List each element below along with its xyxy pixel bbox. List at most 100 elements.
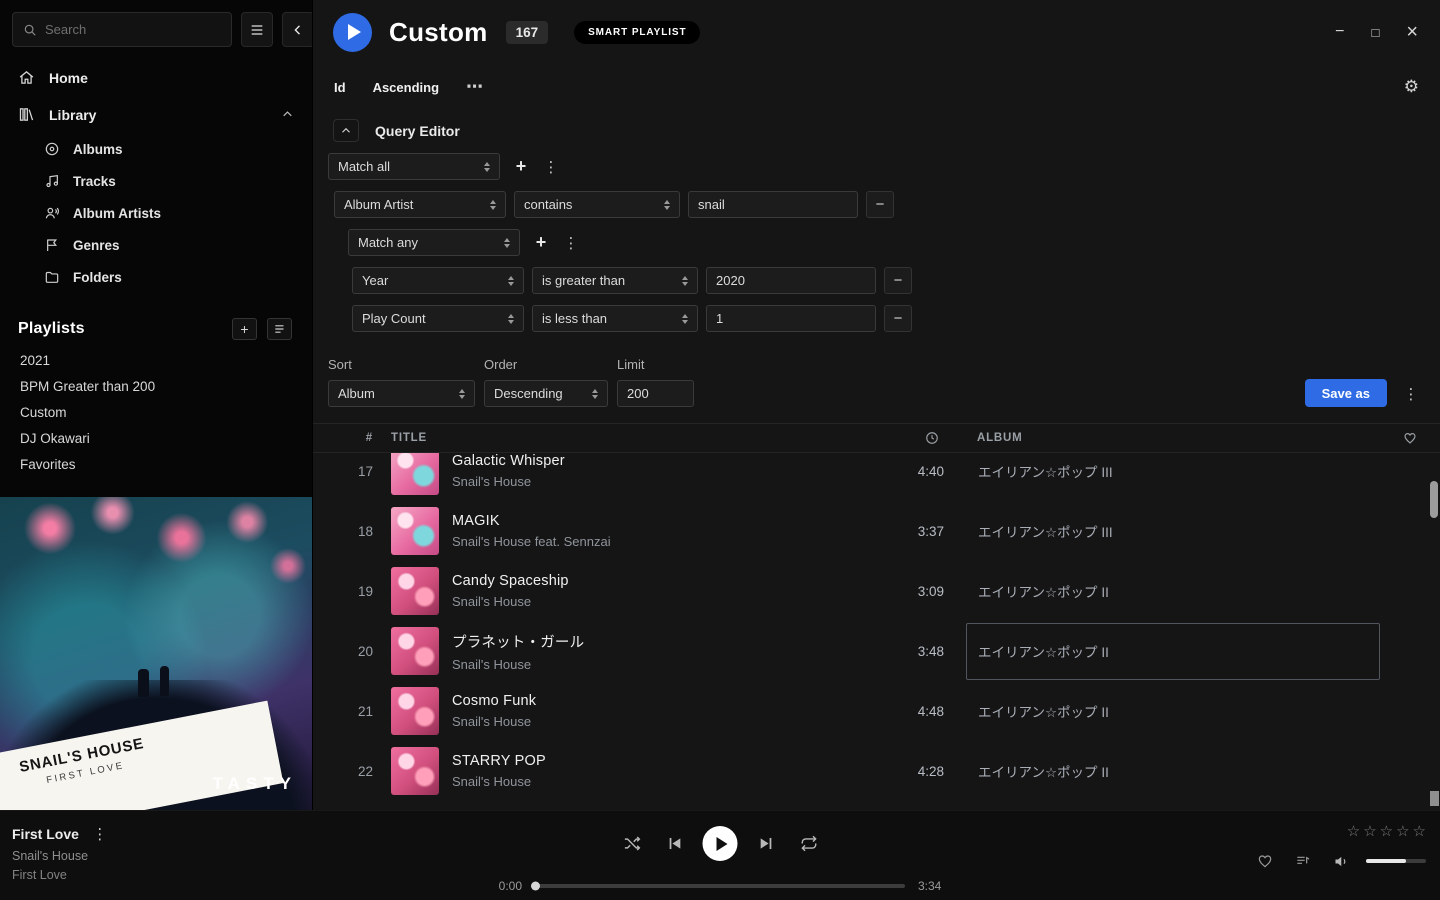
add-rule-button[interactable]: + (508, 154, 534, 180)
order-select[interactable]: Descending (484, 380, 608, 407)
star-icon[interactable]: ☆ (1380, 824, 1393, 839)
favorite-button[interactable] (1252, 848, 1278, 874)
search-box[interactable] (12, 12, 232, 47)
remove-rule-button[interactable]: − (884, 267, 912, 294)
elapsed-time: 0:00 (490, 879, 522, 893)
table-row[interactable]: 19Candy SpaceshipSnail's House3:09エイリアン☆… (313, 561, 1440, 621)
playlist-item-2021[interactable]: 2021 (0, 347, 312, 373)
header-album[interactable]: ALBUM (966, 432, 1380, 444)
sidebar-item-label: Folders (73, 270, 122, 285)
sidebar-item-album-artists[interactable]: Album Artists (43, 197, 312, 229)
library-icon (18, 106, 35, 123)
rule-field-select[interactable]: Year (352, 267, 524, 294)
repeat-button[interactable] (796, 831, 822, 857)
search-input[interactable] (45, 22, 221, 37)
rule-operator-select[interactable]: contains (514, 191, 680, 218)
track-title: Cosmo Funk (452, 693, 874, 709)
queue-button[interactable] (1290, 848, 1316, 874)
progress-bar[interactable] (535, 884, 905, 888)
remove-rule-button[interactable]: − (884, 305, 912, 332)
group-match-row: Match any + ⋮ (348, 229, 1440, 256)
settings-gear-icon[interactable]: ⚙ (1404, 77, 1419, 97)
rule-operator-select[interactable]: is less than (532, 305, 698, 332)
table-row[interactable]: 20プラネット・ガールSnail's House3:48エイリアン☆ポップ II (313, 621, 1440, 681)
rule-operator-select[interactable]: is greater than (532, 267, 698, 294)
playlist-item-favorites[interactable]: Favorites (0, 451, 312, 477)
sidebar-item-library[interactable]: Library (0, 96, 312, 133)
match-type-select[interactable]: Match all (328, 153, 500, 180)
favorite-column-header[interactable] (1380, 431, 1440, 445)
table-row[interactable]: 21Cosmo FunkSnail's House4:48エイリアン☆ポップ I… (313, 681, 1440, 741)
now-playing-artist[interactable]: Snail's House (12, 849, 109, 863)
sort-direction-button[interactable]: Ascending (373, 80, 439, 95)
add-group-rule-button[interactable]: + (528, 230, 554, 256)
horizontal-scrollbar-thumb[interactable] (1430, 791, 1439, 806)
close-button[interactable]: × (1406, 22, 1418, 42)
now-playing-artwork[interactable]: SNAIL'S HOUSE FIRST LOVE TASTY (0, 497, 313, 810)
star-icon[interactable]: ☆ (1396, 824, 1409, 839)
save-as-button[interactable]: Save as (1305, 379, 1387, 407)
star-icon[interactable]: ☆ (1413, 824, 1426, 839)
table-row[interactable]: 17Galactic WhisperSnail's House4:40エイリアン… (313, 453, 1440, 501)
collapse-query-editor-button[interactable] (333, 119, 359, 142)
sidebar-item-folders[interactable]: Folders (43, 261, 312, 293)
track-options-button[interactable]: ⋮ (91, 825, 109, 843)
rule-field-select[interactable]: Album Artist (334, 191, 506, 218)
select-arrows-icon (490, 200, 496, 210)
limit-input[interactable] (617, 380, 694, 407)
vertical-scrollbar-thumb[interactable] (1430, 481, 1438, 518)
chevron-up-icon[interactable] (281, 108, 294, 121)
duration-column-header[interactable] (874, 431, 944, 445)
save-options-button[interactable]: ⋮ (1402, 385, 1420, 403)
heart-icon (1403, 431, 1417, 445)
sidebar-topbar (0, 0, 312, 47)
sidebar-item-albums[interactable]: Albums (43, 133, 312, 165)
sidebar-item-genres[interactable]: Genres (43, 229, 312, 261)
menu-button[interactable] (241, 12, 273, 47)
previous-button[interactable] (661, 831, 687, 857)
back-button[interactable] (282, 12, 313, 47)
playlist-item-custom[interactable]: Custom (0, 399, 312, 425)
maximize-button[interactable]: □ (1371, 26, 1379, 39)
playlist-item-dj-okawari[interactable]: DJ Okawari (0, 425, 312, 451)
minimize-button[interactable]: − (1335, 24, 1344, 40)
table-row[interactable]: 18MAGIKSnail's House feat. Sennzai3:37エイ… (313, 501, 1440, 561)
header-title[interactable]: TITLE (391, 432, 874, 444)
rule-value-input[interactable] (706, 305, 876, 332)
mute-button[interactable] (1328, 848, 1354, 874)
rule-value-input[interactable] (706, 267, 876, 294)
rule-value-input[interactable] (688, 191, 858, 218)
header-index[interactable]: # (328, 432, 373, 444)
track-album[interactable]: エイリアン☆ポップ III (966, 453, 1380, 500)
next-button[interactable] (754, 831, 780, 857)
track-album[interactable]: エイリアン☆ポップ II (966, 743, 1380, 800)
table-row[interactable]: 22STARRY POPSnail's House4:28エイリアン☆ポップ I… (313, 741, 1440, 801)
track-album[interactable]: エイリアン☆ポップ II (966, 683, 1380, 740)
track-album[interactable]: エイリアン☆ポップ III (966, 503, 1380, 560)
play-playlist-button[interactable] (333, 13, 372, 52)
sort-field-button[interactable]: Id (334, 80, 346, 95)
query-meta-row: Sort Album Order Descending Limit (328, 357, 1422, 407)
now-playing-title[interactable]: First Love (12, 826, 79, 842)
star-icon[interactable]: ☆ (1363, 824, 1376, 839)
more-options-button[interactable]: ⋯ (466, 77, 483, 97)
group-match-type-select[interactable]: Match any (348, 229, 520, 256)
volume-slider[interactable] (1366, 859, 1426, 863)
star-icon[interactable]: ☆ (1347, 824, 1360, 839)
track-album[interactable]: エイリアン☆ポップ II (966, 563, 1380, 620)
remove-rule-button[interactable]: − (866, 191, 894, 218)
play-button[interactable] (703, 826, 738, 861)
progress-thumb[interactable] (531, 882, 540, 891)
shuffle-button[interactable] (619, 831, 645, 857)
playlist-item-bpm-greater-than-200[interactable]: BPM Greater than 200 (0, 373, 312, 399)
rule-field-select[interactable]: Play Count (352, 305, 524, 332)
now-playing-album[interactable]: First Love (12, 868, 109, 882)
sidebar-item-tracks[interactable]: Tracks (43, 165, 312, 197)
sort-select[interactable]: Album (328, 380, 475, 407)
track-album[interactable]: エイリアン☆ポップ II (966, 623, 1380, 680)
playlist-list-options-button[interactable] (267, 318, 292, 340)
sidebar-item-home[interactable]: Home (0, 59, 312, 96)
add-playlist-button[interactable]: + (232, 318, 257, 340)
rule-group-options-button[interactable]: ⋮ (542, 158, 560, 176)
group-options-button[interactable]: ⋮ (562, 234, 580, 252)
